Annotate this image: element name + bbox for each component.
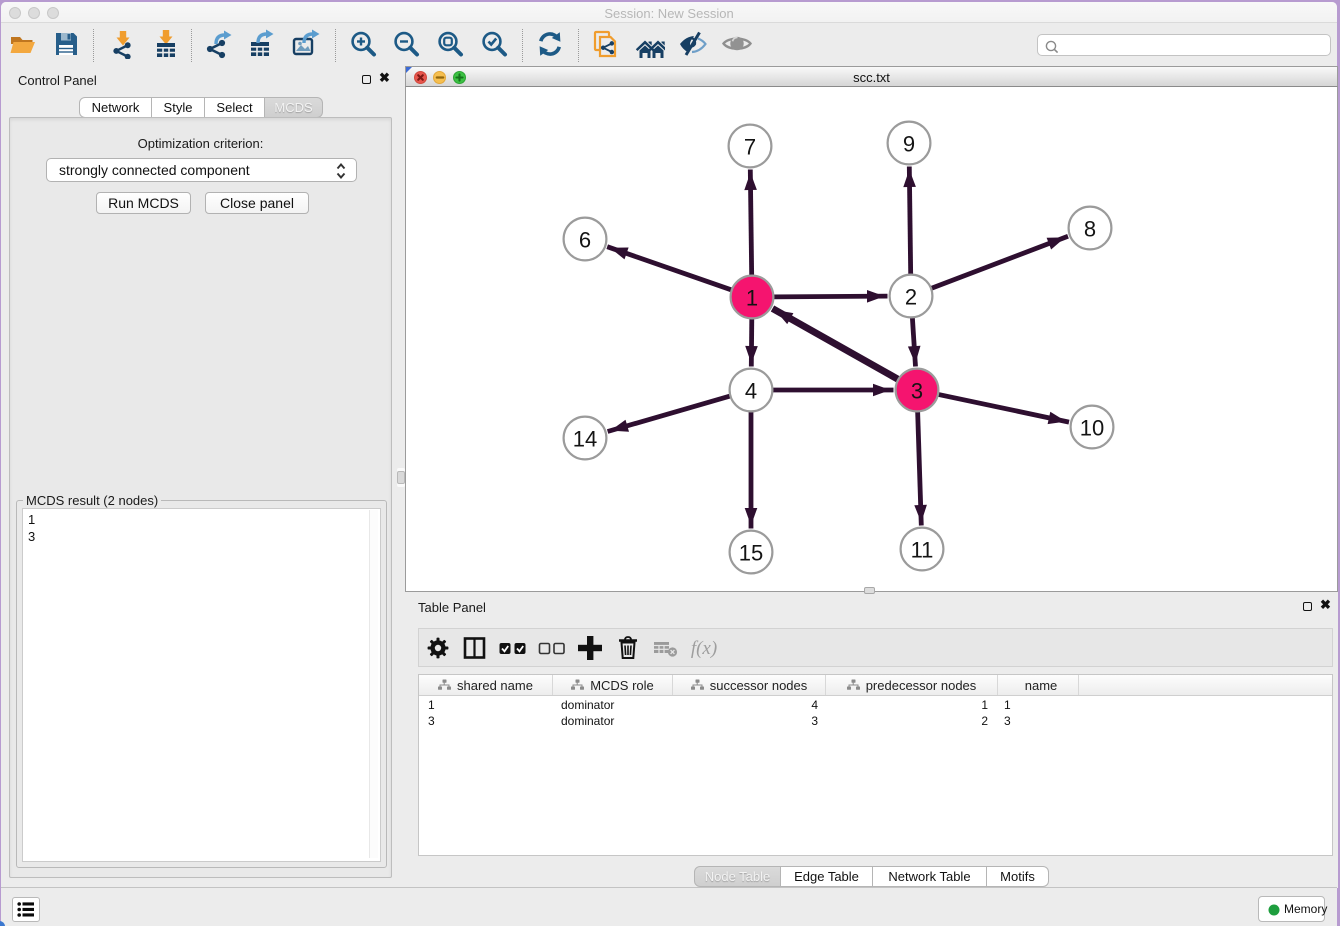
svg-text:7: 7	[744, 135, 756, 160]
svg-text:3: 3	[911, 379, 923, 404]
svg-text:1: 1	[746, 286, 758, 311]
svg-text:4: 4	[745, 379, 757, 404]
svg-text:8: 8	[1084, 217, 1096, 242]
svg-text:11: 11	[911, 538, 934, 563]
svg-text:15: 15	[739, 541, 763, 566]
svg-text:f(x): f(x)	[691, 638, 717, 659]
svg-text:2: 2	[905, 285, 917, 310]
svg-text:14: 14	[573, 427, 597, 452]
svg-text:10: 10	[1080, 416, 1104, 441]
svg-text:9: 9	[903, 132, 915, 157]
svg-text:6: 6	[579, 228, 591, 253]
